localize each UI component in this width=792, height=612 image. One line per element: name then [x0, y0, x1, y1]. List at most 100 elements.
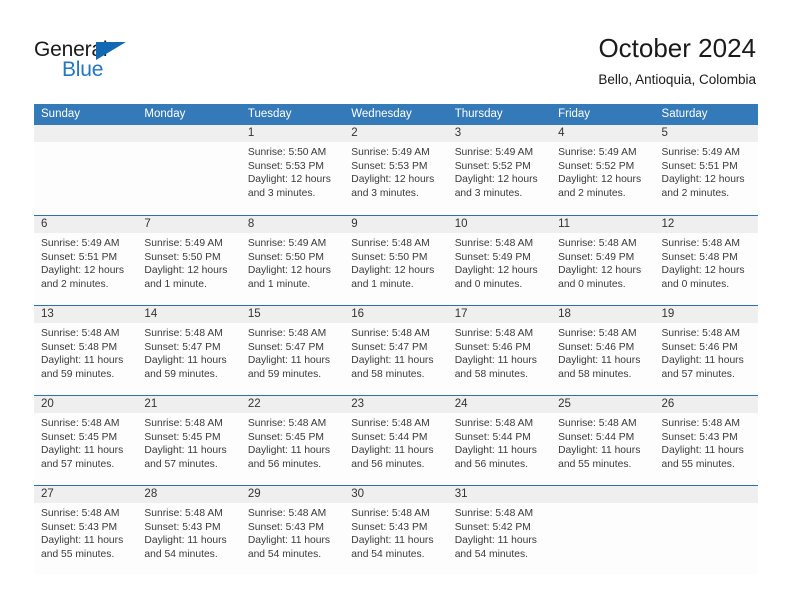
- daylight-text-line1: Daylight: 11 hours: [661, 355, 744, 367]
- day-details: Sunrise: 5:50 AM Sunset: 5:53 PM Daylight:…: [241, 142, 344, 200]
- calendar-day-cell[interactable]: 9 Sunrise: 5:48 AM Sunset: 5:50 PM Daylight…: [344, 216, 448, 305]
- day-number: 26: [654, 396, 758, 413]
- sunset-text: Sunset: 5:46 PM: [454, 341, 531, 353]
- calendar-weeks: 1 Sunrise: 5:50 AM Sunset: 5:53 PM Daylight…: [34, 125, 758, 575]
- daylight-text-line2: and 0 minutes.: [661, 278, 730, 290]
- weekday-header-tuesday: Tuesday: [247, 108, 292, 120]
- calendar-day-cell[interactable]: 31 Sunrise: 5:48 AM Sunset: 5:42 PM Dayligh…: [447, 486, 552, 575]
- calendar-day-cell[interactable]: 30 Sunrise: 5:48 AM Sunset: 5:43 PM Dayligh…: [344, 486, 448, 575]
- calendar-day-cell[interactable]: 25 Sunrise: 5:48 AM Sunset: 5:44 PM Dayligh…: [551, 396, 655, 485]
- calendar-day-cell[interactable]: 12 Sunrise: 5:48 AM Sunset: 5:48 PM Dayligh…: [654, 216, 758, 305]
- day-number: 11: [551, 216, 655, 233]
- daylight-text-line2: and 58 minutes.: [454, 368, 528, 380]
- calendar-day-cell[interactable]: 24 Sunrise: 5:48 AM Sunset: 5:44 PM Dayligh…: [447, 396, 552, 485]
- sunset-text: Sunset: 5:45 PM: [41, 431, 118, 443]
- sunrise-text: Sunrise: 5:48 AM: [661, 328, 740, 339]
- sunrise-text: Sunrise: 5:48 AM: [558, 238, 637, 249]
- day-number: 25: [551, 396, 655, 413]
- calendar-day-cell[interactable]: 8 Sunrise: 5:49 AM Sunset: 5:50 PM Daylight…: [240, 216, 345, 305]
- calendar-day-cell[interactable]: 7 Sunrise: 5:49 AM Sunset: 5:50 PM Daylight…: [137, 216, 241, 305]
- day-number: 7: [137, 216, 241, 233]
- day-number: 3: [447, 125, 552, 142]
- calendar-day-cell[interactable]: 26 Sunrise: 5:48 AM Sunset: 5:43 PM Dayligh…: [654, 396, 758, 485]
- calendar-day-cell[interactable]: 17 Sunrise: 5:48 AM Sunset: 5:46 PM Dayligh…: [447, 306, 552, 395]
- page-header: General Blue October 2024 Bello, Antioqu…: [0, 0, 792, 103]
- daylight-text-line1: Daylight: 12 hours: [558, 174, 642, 186]
- calendar-day-cell[interactable]: 20 Sunrise: 5:48 AM Sunset: 5:45 PM Dayligh…: [34, 396, 138, 485]
- day-details: Sunrise: 5:48 AM Sunset: 5:46 PM Daylight:…: [655, 323, 758, 381]
- sunrise-text: Sunrise: 5:48 AM: [247, 418, 327, 429]
- calendar-day-cell[interactable]: 15 Sunrise: 5:48 AM Sunset: 5:47 PM Dayligh…: [240, 306, 345, 395]
- daylight-text-line1: Daylight: 12 hours: [454, 265, 538, 277]
- day-number: 12: [654, 216, 758, 233]
- calendar-day-cell[interactable]: 19 Sunrise: 5:48 AM Sunset: 5:46 PM Dayligh…: [654, 306, 758, 395]
- calendar-day-cell[interactable]: 18 Sunrise: 5:48 AM Sunset: 5:46 PM Dayligh…: [551, 306, 655, 395]
- calendar-day-cell[interactable]: 22 Sunrise: 5:48 AM Sunset: 5:45 PM Dayligh…: [240, 396, 345, 485]
- daylight-text-line1: Daylight: 12 hours: [558, 265, 642, 277]
- calendar-day-cell[interactable]: 14 Sunrise: 5:48 AM Sunset: 5:47 PM Dayligh…: [137, 306, 241, 395]
- calendar-empty-cell: [551, 486, 655, 575]
- weekday-header-thursday: Thursday: [454, 108, 503, 120]
- sunrise-text: Sunrise: 5:48 AM: [661, 238, 740, 249]
- calendar-day-cell[interactable]: 13 Sunrise: 5:48 AM Sunset: 5:48 PM Dayligh…: [34, 306, 138, 395]
- sunset-text: Sunset: 5:52 PM: [558, 160, 635, 172]
- calendar-day-cell[interactable]: 5 Sunrise: 5:49 AM Sunset: 5:51 PM Daylight…: [654, 125, 758, 215]
- calendar-day-cell[interactable]: 1 Sunrise: 5:50 AM Sunset: 5:53 PM Daylight…: [240, 125, 345, 215]
- day-number: 8: [240, 216, 345, 233]
- daylight-text-line1: Daylight: 11 hours: [351, 355, 434, 367]
- calendar-day-cell[interactable]: 3 Sunrise: 5:49 AM Sunset: 5:52 PM Daylight…: [447, 125, 552, 215]
- calendar-day-cell[interactable]: 2 Sunrise: 5:49 AM Sunset: 5:53 PM Daylight…: [344, 125, 448, 215]
- day-number: 15: [240, 306, 345, 323]
- calendar-day-cell[interactable]: 27 Sunrise: 5:48 AM Sunset: 5:43 PM Dayligh…: [34, 486, 138, 575]
- sunset-text: Sunset: 5:48 PM: [661, 251, 738, 263]
- calendar-day-cell[interactable]: 4 Sunrise: 5:49 AM Sunset: 5:52 PM Daylight…: [551, 125, 655, 215]
- day-number: 17: [447, 306, 552, 323]
- sunset-text: Sunset: 5:43 PM: [144, 521, 221, 533]
- day-details: Sunrise: 5:48 AM Sunset: 5:47 PM Daylight:…: [137, 323, 240, 381]
- page-title: October 2024: [598, 33, 756, 63]
- sunset-text: Sunset: 5:48 PM: [41, 341, 118, 353]
- sunrise-text: Sunrise: 5:48 AM: [454, 508, 534, 519]
- sunrise-text: Sunrise: 5:48 AM: [144, 508, 223, 519]
- day-details: Sunrise: 5:48 AM Sunset: 5:45 PM Daylight:…: [34, 413, 137, 471]
- daylight-text-line2: and 3 minutes.: [454, 187, 523, 199]
- logo-text-blue: Blue: [62, 58, 104, 81]
- calendar-grid: Sunday Monday Tuesday Wednesday Thursday Frid…: [34, 104, 758, 575]
- sunset-text: Sunset: 5:44 PM: [558, 431, 635, 443]
- sunset-text: Sunset: 5:53 PM: [351, 160, 428, 172]
- calendar-day-cell[interactable]: 16 Sunrise: 5:48 AM Sunset: 5:47 PM Dayligh…: [344, 306, 448, 395]
- day-number: 29: [240, 486, 345, 503]
- sunrise-text: Sunrise: 5:48 AM: [144, 328, 223, 339]
- day-details: Sunrise: 5:48 AM Sunset: 5:43 PM Daylight:…: [655, 413, 758, 471]
- day-number: 1: [240, 125, 345, 142]
- daylight-text-line1: Daylight: 11 hours: [351, 445, 434, 457]
- calendar-day-cell[interactable]: 11 Sunrise: 5:48 AM Sunset: 5:49 PM Dayligh…: [551, 216, 655, 305]
- location-subtitle: Bello, Antioquia, Colombia: [598, 72, 756, 87]
- day-number: 24: [447, 396, 552, 413]
- daylight-text-line1: Daylight: 11 hours: [558, 355, 641, 367]
- calendar-page: General Blue October 2024 Bello, Antioqu…: [0, 0, 792, 612]
- calendar-empty-cell: [34, 125, 138, 215]
- calendar-day-cell[interactable]: 23 Sunrise: 5:48 AM Sunset: 5:44 PM Dayligh…: [344, 396, 448, 485]
- calendar-day-cell[interactable]: 6 Sunrise: 5:49 AM Sunset: 5:51 PM Daylight…: [34, 216, 138, 305]
- sunset-text: Sunset: 5:52 PM: [454, 160, 531, 172]
- weekday-header-sunday: Sunday: [41, 108, 81, 120]
- daylight-text-line1: Daylight: 11 hours: [144, 355, 227, 367]
- daylight-text-line2: and 58 minutes.: [558, 368, 632, 380]
- daylight-text-line2: and 54 minutes.: [247, 548, 322, 560]
- calendar-day-cell[interactable]: 10 Sunrise: 5:48 AM Sunset: 5:49 PM Dayligh…: [447, 216, 552, 305]
- calendar-day-cell[interactable]: 29 Sunrise: 5:48 AM Sunset: 5:43 PM Dayligh…: [240, 486, 345, 575]
- day-number: 20: [34, 396, 138, 413]
- calendar-day-cell[interactable]: 21 Sunrise: 5:48 AM Sunset: 5:45 PM Dayligh…: [137, 396, 241, 485]
- sunrise-text: Sunrise: 5:49 AM: [454, 147, 534, 158]
- sunrise-text: Sunrise: 5:48 AM: [454, 418, 534, 429]
- day-details: Sunrise: 5:48 AM Sunset: 5:48 PM Daylight:…: [34, 323, 137, 381]
- day-number: 28: [137, 486, 241, 503]
- calendar-day-cell[interactable]: 28 Sunrise: 5:48 AM Sunset: 5:43 PM Dayligh…: [137, 486, 241, 575]
- daylight-text-line1: Daylight: 11 hours: [247, 535, 331, 547]
- day-details: Sunrise: 5:48 AM Sunset: 5:43 PM Daylight:…: [344, 503, 447, 561]
- day-details: Sunrise: 5:49 AM Sunset: 5:50 PM Daylight:…: [137, 233, 240, 291]
- calendar-week-row: 6 Sunrise: 5:49 AM Sunset: 5:51 PM Daylight…: [34, 215, 758, 305]
- sunset-text: Sunset: 5:44 PM: [351, 431, 428, 443]
- general-blue-logo[interactable]: General Blue: [34, 38, 144, 84]
